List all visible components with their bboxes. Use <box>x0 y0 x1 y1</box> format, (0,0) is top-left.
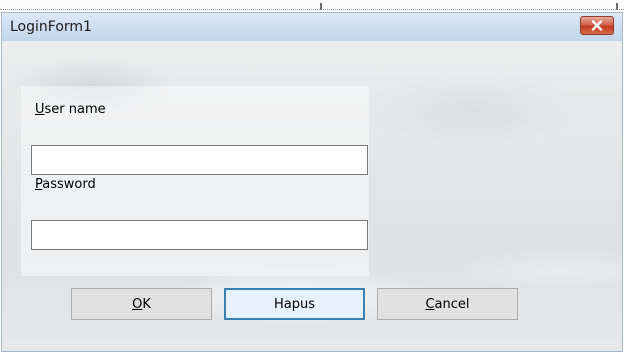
ruler-tick <box>616 3 618 10</box>
ok-button[interactable]: OK <box>71 288 212 320</box>
password-input[interactable] <box>31 220 368 250</box>
cancel-button[interactable]: Cancel <box>377 288 518 320</box>
login-dialog: LoginForm1 User name Password OK Hapus C… <box>1 12 623 352</box>
password-label: Password <box>35 177 96 192</box>
username-input[interactable] <box>31 145 368 175</box>
form-client-area: User name Password OK Hapus Cancel <box>2 41 622 351</box>
close-button[interactable] <box>580 16 614 35</box>
title-bar[interactable]: LoginForm1 <box>2 13 622 42</box>
background-window-edge <box>0 0 624 10</box>
hapus-button[interactable]: Hapus <box>224 288 365 320</box>
close-icon <box>591 20 603 31</box>
ruler-tick <box>320 3 322 10</box>
username-label: User name <box>35 102 106 117</box>
window-title: LoginForm1 <box>10 19 92 35</box>
